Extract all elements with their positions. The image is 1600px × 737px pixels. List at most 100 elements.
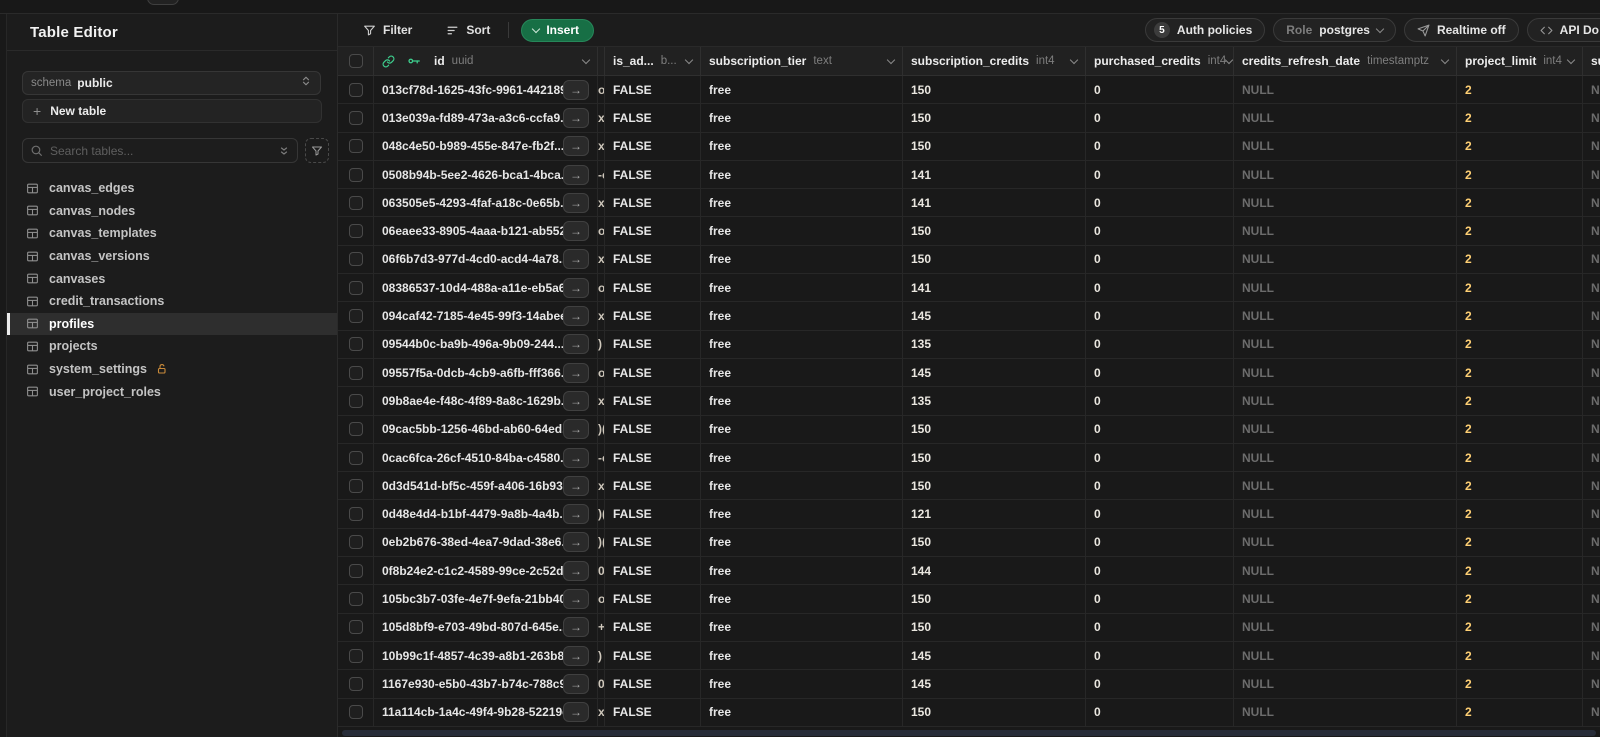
table-row[interactable]: 06f6b7d3-977d-4cd0-acd4-4a78... → x FALS…	[338, 245, 1600, 275]
expand-row-button[interactable]: →	[563, 362, 589, 383]
search-tables-input[interactable]	[43, 143, 278, 158]
row-checkbox[interactable]	[348, 676, 363, 691]
row-checkbox[interactable]	[348, 648, 363, 663]
sidebar-table-item[interactable]: canvas_edges	[7, 177, 337, 200]
expand-row-button[interactable]: →	[563, 136, 589, 157]
row-checkbox[interactable]	[348, 309, 363, 324]
row-checkbox[interactable]	[348, 478, 363, 493]
row-checkbox[interactable]	[348, 224, 363, 239]
sidebar-table-item[interactable]: system_settings	[7, 358, 337, 381]
chevron-down-icon[interactable]	[581, 55, 591, 65]
row-checkbox[interactable]	[348, 280, 363, 295]
expand-row-button[interactable]: →	[563, 192, 589, 213]
sidebar-filter-button[interactable]	[305, 138, 329, 163]
chevron-down-icon[interactable]	[684, 55, 694, 65]
expand-row-button[interactable]: →	[563, 334, 589, 355]
expand-row-button[interactable]: →	[563, 249, 589, 270]
table-row[interactable]: 10b99c1f-4857-4c39-a8b1-263b8... → ) FAL…	[338, 641, 1600, 671]
table-row[interactable]: 048c4e50-b989-455e-847e-fb2f... → x FALS…	[338, 132, 1600, 161]
chevron-down-icon[interactable]	[886, 55, 896, 65]
filter-button[interactable]: Filter	[353, 18, 422, 42]
row-checkbox[interactable]	[348, 82, 363, 97]
expand-row-button[interactable]: →	[563, 702, 589, 723]
column-header-clipped-last[interactable]: su	[1583, 47, 1600, 75]
row-checkbox[interactable]	[348, 535, 363, 550]
expand-row-button[interactable]: →	[563, 221, 589, 242]
table-row[interactable]: 08386537-10d4-488a-a11e-eb5a6... → o FAL…	[338, 274, 1600, 303]
expand-row-button[interactable]: →	[563, 277, 589, 298]
table-row[interactable]: 105d8bf9-e703-49bd-807d-645e... → +o FAL…	[338, 613, 1600, 642]
row-checkbox[interactable]	[348, 393, 363, 408]
table-row[interactable]: 013e039a-fd89-473a-a3c6-ccfa9... → x FAL…	[338, 104, 1600, 133]
expand-row-button[interactable]: →	[563, 107, 589, 128]
table-row[interactable]: 0f8b24e2-c1c2-4589-99ce-2c52d... → 0( FA…	[338, 557, 1600, 586]
search-tables-box[interactable]	[22, 138, 298, 163]
table-row[interactable]: 11a114cb-1a4c-49f4-9b28-52219ec... → x F…	[338, 698, 1600, 727]
table-row[interactable]: 0cac6fca-26cf-4510-84ba-c4580... → -o FA…	[338, 443, 1600, 473]
column-header-credits-refresh-date[interactable]: credits_refresh_date timestamptz	[1234, 47, 1457, 75]
expand-row-button[interactable]: →	[563, 306, 589, 327]
expand-row-button[interactable]: →	[563, 390, 589, 411]
auth-policies-button[interactable]: 5 Auth policies	[1144, 18, 1266, 42]
sidebar-table-item[interactable]: canvas_templates	[7, 222, 337, 245]
api-docs-button[interactable]: API Do	[1526, 18, 1600, 42]
chevron-down-icon[interactable]	[1225, 55, 1233, 65]
expand-row-button[interactable]: →	[563, 645, 589, 666]
table-row[interactable]: 09cac5bb-1256-46bd-ab60-64ed... → )( FAL…	[338, 415, 1600, 444]
sidebar-table-item[interactable]: canvases	[7, 267, 337, 290]
horizontal-scrollbar[interactable]	[342, 730, 1596, 736]
row-checkbox[interactable]	[348, 620, 363, 635]
row-checkbox[interactable]	[348, 337, 363, 352]
table-row[interactable]: 0eb2b676-38ed-4ea7-9dad-38e6... → )( FAL…	[338, 528, 1600, 558]
row-checkbox[interactable]	[348, 252, 363, 267]
column-header-subscription-tier[interactable]: subscription_tier text	[701, 47, 903, 75]
table-row[interactable]: 0508b94b-5ee2-4626-bca1-4bca... → -o FAL…	[338, 160, 1600, 190]
row-checkbox[interactable]	[348, 705, 363, 720]
row-checkbox[interactable]	[348, 422, 363, 437]
role-select-button[interactable]: Role postgres	[1273, 18, 1396, 42]
sidebar-table-item[interactable]: projects	[7, 335, 337, 358]
table-row[interactable]: 105bc3b7-03fe-4e7f-9efa-21bb40... → o FA…	[338, 585, 1600, 614]
table-row[interactable]: 094caf42-7185-4e45-99f3-14abee... → x FA…	[338, 302, 1600, 331]
insert-button[interactable]: Insert	[521, 18, 595, 42]
column-header-id[interactable]: id uuid	[374, 47, 598, 75]
expand-row-button[interactable]: →	[563, 673, 589, 694]
chevron-down-icon[interactable]	[1440, 55, 1450, 65]
realtime-toggle-button[interactable]: Realtime off	[1403, 18, 1519, 42]
new-table-button[interactable]: + New table	[22, 99, 322, 123]
table-row[interactable]: 0d3d541d-bf5c-459f-a406-16b93... → x FAL…	[338, 472, 1600, 501]
expand-row-button[interactable]: →	[563, 475, 589, 496]
row-checkbox[interactable]	[348, 365, 363, 380]
column-header-purchased-credits[interactable]: purchased_credits int4	[1086, 47, 1234, 75]
expand-row-button[interactable]: →	[563, 164, 589, 185]
sidebar-table-item[interactable]: canvas_nodes	[7, 200, 337, 223]
row-checkbox[interactable]	[348, 591, 363, 606]
expand-row-button[interactable]: →	[563, 560, 589, 581]
collapse-chevrons-icon[interactable]	[278, 145, 290, 157]
select-all-checkbox[interactable]	[348, 54, 363, 68]
row-checkbox[interactable]	[348, 167, 363, 182]
expand-row-button[interactable]: →	[563, 419, 589, 440]
table-row[interactable]: 06eaee33-8905-4aaa-b121-ab552... → o FAL…	[338, 217, 1600, 246]
chevron-down-icon[interactable]	[1566, 55, 1576, 65]
row-checkbox[interactable]	[348, 110, 363, 125]
table-row[interactable]: 09544b0c-ba9b-496a-9b09-244... → ) FALSE…	[338, 330, 1600, 359]
sidebar-table-item[interactable]: profiles	[7, 312, 337, 336]
schema-select[interactable]: schema public	[22, 71, 321, 95]
row-checkbox[interactable]	[348, 563, 363, 578]
table-row[interactable]: 09b8ae4e-f48c-4f89-8a8c-1629b... → x FAL…	[338, 387, 1600, 416]
row-checkbox[interactable]	[348, 450, 363, 465]
chevron-down-icon[interactable]	[1069, 55, 1079, 65]
expand-row-button[interactable]: →	[563, 504, 589, 525]
expand-row-button[interactable]: →	[563, 79, 589, 100]
column-header-clipped[interactable]	[598, 47, 605, 75]
sidebar-table-item[interactable]: credit_transactions	[7, 290, 337, 313]
column-header-subscription-credits[interactable]: subscription_credits int4	[903, 47, 1086, 75]
expand-row-button[interactable]: →	[563, 617, 589, 638]
table-row[interactable]: 0d48e4d4-b1bf-4479-9a8b-4a4b... → )( FAL…	[338, 500, 1600, 529]
expand-row-button[interactable]: →	[563, 588, 589, 609]
column-header-project-limit[interactable]: project_limit int4	[1457, 47, 1583, 75]
sort-button[interactable]: Sort	[436, 18, 500, 42]
expand-row-button[interactable]: →	[563, 447, 589, 468]
row-checkbox[interactable]	[348, 139, 363, 154]
